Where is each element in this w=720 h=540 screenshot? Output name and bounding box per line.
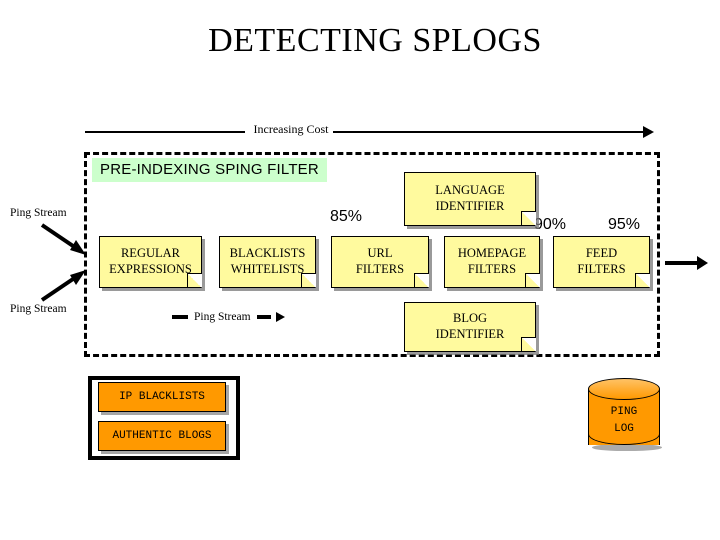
percentage-label-90: 90% [534,216,567,233]
resource-authentic-blogs[interactable]: AUTHENTIC BLOGS [98,421,226,451]
note-line-2: EXPRESSIONS [109,262,192,276]
note-line-1: BLACKLISTS [229,246,306,261]
page-fold-icon [521,337,536,352]
note-blog-identifier-label: BLOG IDENTIFIER [432,311,509,342]
ping-log-datastore[interactable]: PING LOG [588,378,662,454]
legend-dash-icon [172,315,188,319]
legend-arrow-head-icon [275,312,285,322]
page-fold-icon [521,211,536,226]
percentage-label-95: 95% [608,216,641,233]
output-arrow-body-icon [665,261,699,265]
note-blacklists-whitelists-label: BLACKLISTS WHITELISTS [226,246,310,277]
note-line-1: FEED [585,246,618,261]
ping-stream-arrow-bottom-icon [40,270,86,302]
datastore-line-1: PING [610,406,638,418]
resource-ip-blacklists[interactable]: IP BLACKLISTS [98,382,226,412]
note-line-2: FILTERS [467,262,517,276]
note-line-1: HOMEPAGE [457,246,527,261]
slide-canvas: DETECTING SPLOGS Increasing Cost PRE-IND… [0,0,720,540]
percentage-label-85: 85% [330,208,363,225]
ping-stream-legend: Ping Stream [172,308,285,326]
note-line-1: REGULAR [120,246,180,261]
page-fold-icon [635,273,650,288]
note-regular-expressions[interactable]: REGULAR EXPRESSIONS [99,236,202,288]
datastore-line-2: LOG [614,422,634,435]
note-blacklists-whitelists[interactable]: BLACKLISTS WHITELISTS [219,236,316,288]
note-language-identifier-label: LANGUAGE IDENTIFIER [431,183,508,214]
output-arrow-head-icon [697,256,708,270]
note-blog-identifier[interactable]: BLOG IDENTIFIER [404,302,536,352]
note-regular-expressions-label: REGULAR EXPRESSIONS [105,246,196,277]
note-line-2: FILTERS [577,262,626,276]
note-line-2: IDENTIFIER [435,327,505,341]
note-line-1: URL [367,246,393,261]
ping-log-label: PING LOG [588,404,660,437]
note-line-2: IDENTIFIER [435,199,505,213]
note-feed-filters-label: FEED FILTERS [573,246,629,277]
ping-stream-arrow-top-icon [40,223,86,255]
ping-stream-input-label-bottom: Ping Stream [10,303,67,315]
note-feed-filters[interactable]: FEED FILTERS [553,236,650,288]
ping-stream-input-label-top: Ping Stream [10,207,67,219]
legend-arrow-body-icon [256,315,271,319]
cylinder-top-ellipse [588,378,660,400]
resource-authentic-blogs-label: AUTHENTIC BLOGS [112,430,212,442]
cost-axis-line-right [333,131,645,133]
note-language-identifier[interactable]: LANGUAGE IDENTIFIER [404,172,536,226]
cost-axis-line-left [85,131,245,133]
note-line-2: WHITELISTS [230,262,305,276]
note-homepage-filters-label: HOMEPAGE FILTERS [454,246,530,277]
note-line-1: LANGUAGE [435,183,505,198]
cost-axis-label: Increasing Cost [253,122,329,136]
page-title: DETECTING SPLOGS [208,22,542,59]
cost-axis-arrowhead-icon [643,126,654,138]
note-line-2: FILTERS [355,262,405,276]
note-url-filters-label: URL FILTERS [352,246,408,277]
legend-label: Ping Stream [194,311,251,323]
pre-indexing-filter-header: PRE-INDEXING SPING FILTER [92,158,327,182]
cylinder-shadow [592,444,662,451]
note-homepage-filters[interactable]: HOMEPAGE FILTERS [444,236,540,288]
page-fold-icon [414,273,429,288]
increasing-cost-axis: Increasing Cost [85,122,655,142]
note-url-filters[interactable]: URL FILTERS [331,236,429,288]
resource-ip-blacklists-label: IP BLACKLISTS [119,391,205,403]
note-line-1: BLOG [452,311,488,326]
